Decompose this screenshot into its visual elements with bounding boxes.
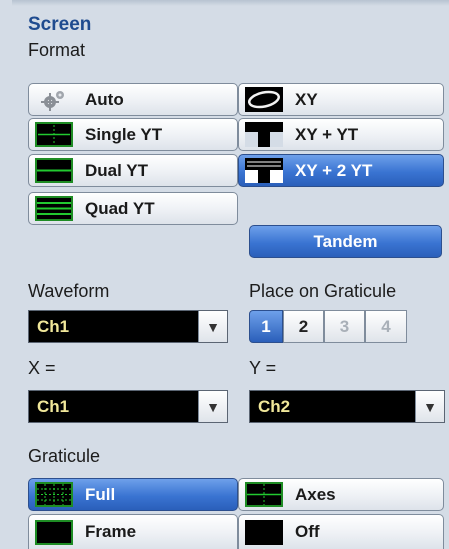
place-option-4[interactable]: 4 (365, 310, 407, 343)
off-icon (245, 519, 283, 545)
xy-2yt-button[interactable]: XY + 2 YT (238, 154, 444, 187)
single-yt-label: Single YT (85, 124, 163, 144)
y-label: Y = (249, 358, 277, 378)
frame-button[interactable]: Frame (28, 514, 238, 549)
frame-icon (35, 519, 73, 545)
xy-button[interactable]: XY (238, 83, 444, 116)
place-option-3[interactable]: 3 (324, 310, 365, 343)
gear-icon (35, 87, 73, 112)
y-source-select[interactable]: Ch2 ▼ (249, 390, 445, 423)
waveform-select[interactable]: Ch1 ▼ (28, 310, 228, 343)
single-yt-button[interactable]: Single YT (28, 118, 238, 151)
full-label: Full (85, 484, 116, 504)
place-on-graticule-label: Place on Graticule (249, 281, 397, 301)
dual-yt-label: Dual YT (85, 160, 148, 180)
axes-icon (245, 482, 283, 507)
waveform-value: Ch1 (37, 316, 70, 336)
single-yt-icon (35, 122, 73, 147)
auto-label: Auto (85, 89, 124, 109)
top-divider (12, 0, 449, 6)
xy-label: XY (295, 89, 318, 109)
auto-button[interactable]: Auto (28, 83, 238, 116)
quad-yt-icon (35, 196, 73, 221)
graticule-label: Graticule (28, 446, 101, 466)
dual-yt-icon (35, 158, 73, 183)
waveform-label: Waveform (28, 281, 110, 301)
place-option-1[interactable]: 1 (249, 310, 283, 343)
quad-yt-label: Quad YT (85, 198, 155, 218)
place-option-2[interactable]: 2 (283, 310, 324, 343)
xy-icon (245, 87, 283, 112)
full-grid-icon (35, 482, 73, 507)
xy-2yt-label: XY + 2 YT (295, 160, 373, 180)
axes-button[interactable]: Axes (238, 478, 444, 511)
x-source-value: Ch1 (37, 396, 70, 416)
dual-yt-button[interactable]: Dual YT (28, 154, 238, 187)
frame-label: Frame (85, 522, 137, 541)
xy-2yt-icon (245, 158, 283, 183)
off-label: Off (295, 522, 320, 541)
format-label: Format (28, 40, 86, 60)
xy-yt-button[interactable]: XY + YT (238, 118, 444, 151)
full-button[interactable]: Full (28, 478, 238, 511)
quad-yt-button[interactable]: Quad YT (28, 192, 238, 225)
panel-title: Screen (28, 14, 92, 35)
xy-yt-label: XY + YT (295, 124, 359, 144)
axes-label: Axes (295, 484, 336, 504)
tandem-button[interactable]: Tandem (249, 225, 442, 258)
x-source-select[interactable]: Ch1 ▼ (28, 390, 228, 423)
chevron-down-icon: ▼ (198, 311, 227, 342)
x-label: X = (28, 358, 56, 378)
chevron-down-icon: ▼ (415, 391, 444, 422)
off-button[interactable]: Off (238, 514, 444, 549)
chevron-down-icon: ▼ (198, 391, 227, 422)
xy-yt-icon (245, 122, 283, 147)
y-source-value: Ch2 (258, 396, 291, 416)
